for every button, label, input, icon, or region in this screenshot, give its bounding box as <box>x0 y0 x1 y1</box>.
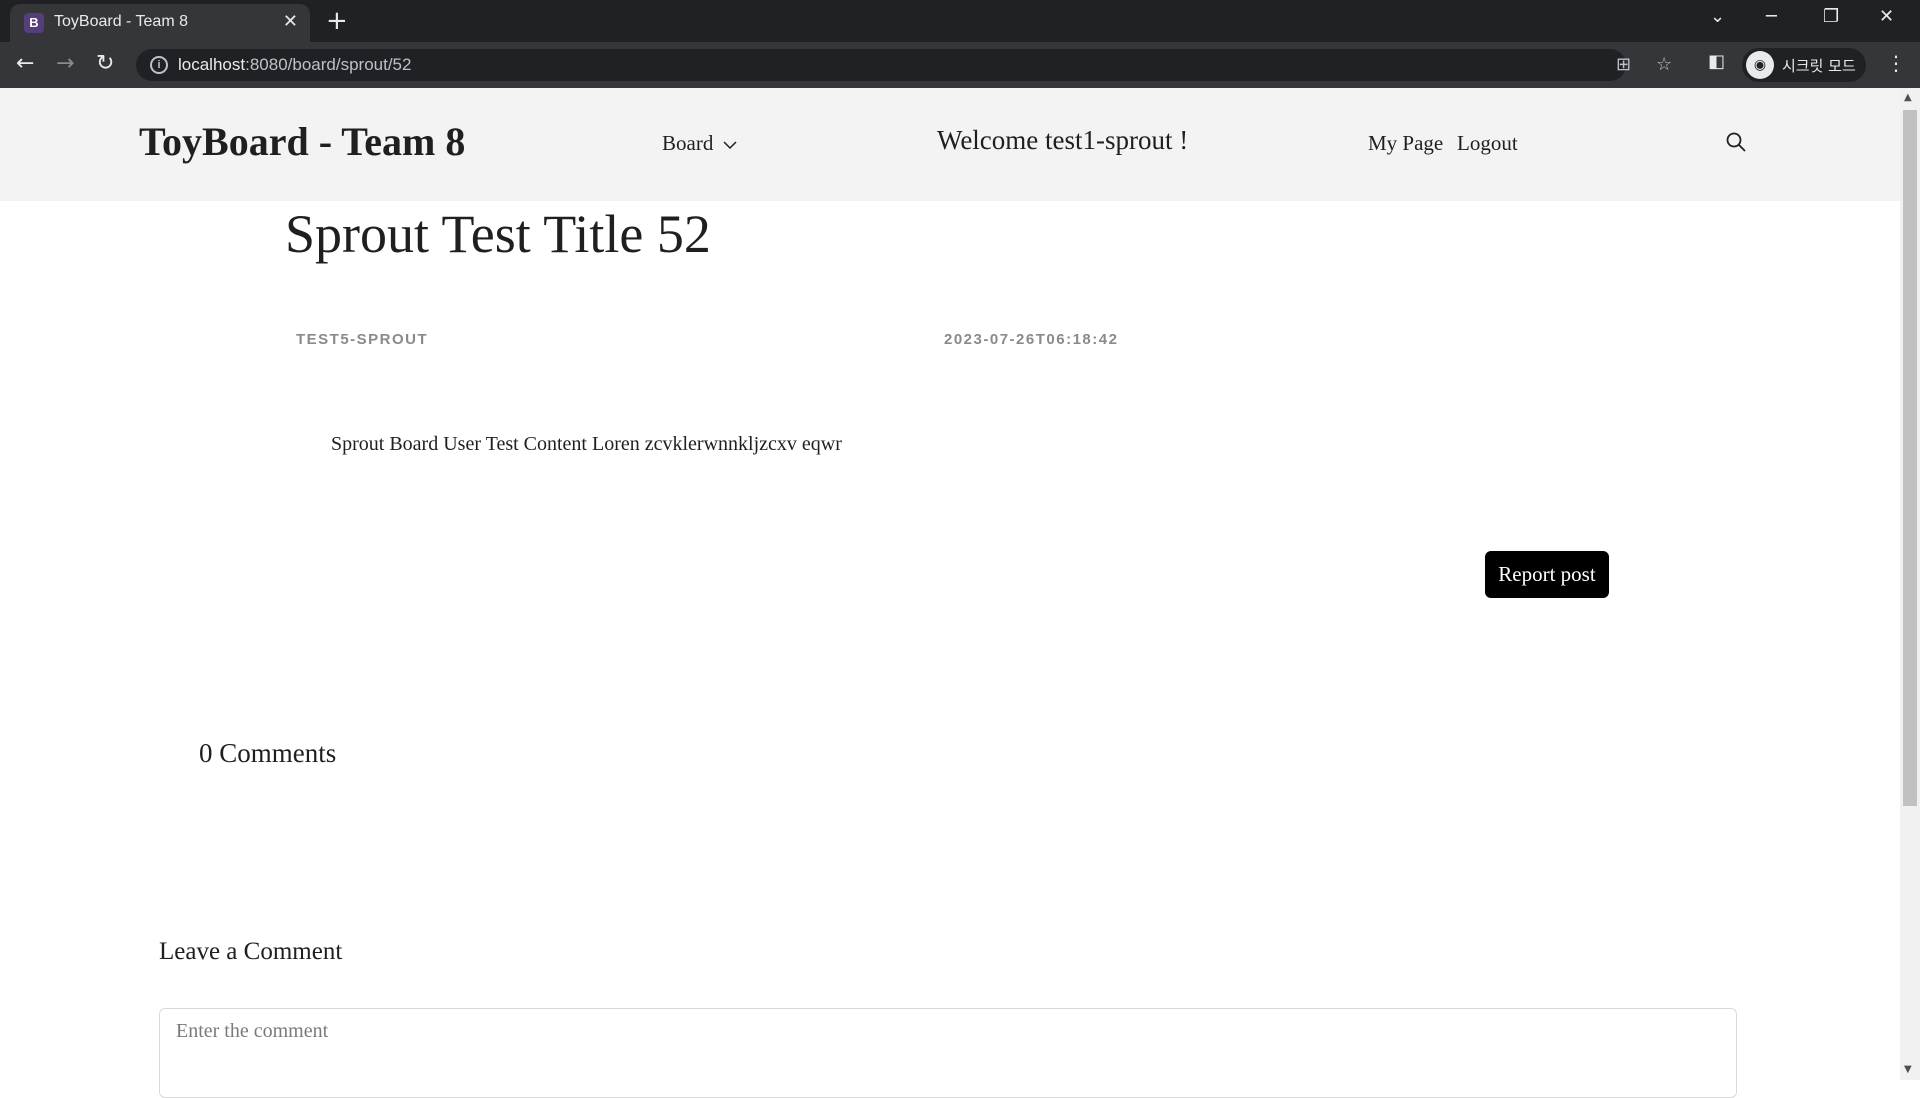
close-tab-icon[interactable]: ✕ <box>283 11 298 32</box>
back-icon[interactable]: ← <box>16 51 34 76</box>
incognito-icon: ◉ <box>1746 51 1774 79</box>
scroll-up-icon[interactable]: ▲ <box>1904 92 1912 103</box>
comment-input[interactable]: Enter the comment <box>159 1008 1737 1098</box>
chevron-down-icon <box>723 141 737 150</box>
scroll-down-icon[interactable]: ▼ <box>1904 1064 1912 1075</box>
comments-count: 0 Comments <box>199 738 337 768</box>
site-logo[interactable]: ToyBoard - Team 8 <box>139 118 465 165</box>
profile-label: 시크릿 모드 <box>1782 57 1856 75</box>
bootstrap-favicon-icon: B <box>24 13 44 33</box>
site-header: ToyBoard - Team 8 Board Welcome test1-sp… <box>0 88 1900 201</box>
restore-button[interactable]: ❐ <box>1823 6 1839 27</box>
translate-icon[interactable]: ⊞ <box>1616 54 1631 75</box>
reload-icon[interactable]: ↻ <box>96 51 114 76</box>
minimize-button[interactable]: ─ <box>1766 6 1777 27</box>
report-post-button[interactable]: Report post <box>1485 551 1609 598</box>
post-title: Sprout Test Title 52 <box>285 204 711 264</box>
board-menu[interactable]: Board <box>662 131 737 156</box>
welcome-message: Welcome test1-sprout ! <box>937 125 1189 155</box>
new-tab-button[interactable]: + <box>326 6 348 36</box>
menu-icon[interactable]: ⋮ <box>1886 51 1906 75</box>
url-text[interactable]: localhost:8080/board/sprout/52 <box>178 55 411 75</box>
board-menu-label: Board <box>662 131 714 155</box>
star-icon[interactable]: ☆ <box>1656 54 1672 75</box>
search-icon[interactable] <box>1726 132 1746 152</box>
post-author: TEST5-SPROUT <box>296 331 429 348</box>
address-bar[interactable]: i localhost:8080/board/sprout/52 ⊞ ☆ <box>136 49 1672 81</box>
incognito-profile-button[interactable]: ◉ 시크릿 모드 <box>1742 48 1866 82</box>
comment-placeholder: Enter the comment <box>176 1020 329 1042</box>
logout-link[interactable]: Logout <box>1457 131 1518 156</box>
tab-title: ToyBoard - Team 8 <box>54 13 188 30</box>
post-date: 2023-07-26T06:18:42 <box>944 331 1119 348</box>
info-icon[interactable]: i <box>150 56 168 74</box>
browser-tab[interactable]: B ToyBoard - Team 8 ✕ <box>10 4 310 42</box>
side-panel-icon[interactable]: ◧ <box>1708 51 1725 72</box>
tab-search-icon[interactable]: ⌄ <box>1710 6 1725 27</box>
browser-toolbar: ← → ↻ i localhost:8080/board/sprout/52 ⊞… <box>0 42 1920 88</box>
browser-tab-strip: B ToyBoard - Team 8 ✕ + ⌄ ─ ❐ ✕ <box>0 0 1920 42</box>
leave-comment-heading: Leave a Comment <box>159 938 343 965</box>
my-page-link[interactable]: My Page <box>1368 131 1443 156</box>
forward-icon[interactable]: → <box>56 51 74 76</box>
close-window-button[interactable]: ✕ <box>1879 6 1894 27</box>
post-content: Sprout Board User Test Content Loren zcv… <box>331 433 842 455</box>
scrollbar-thumb[interactable] <box>1903 110 1917 806</box>
